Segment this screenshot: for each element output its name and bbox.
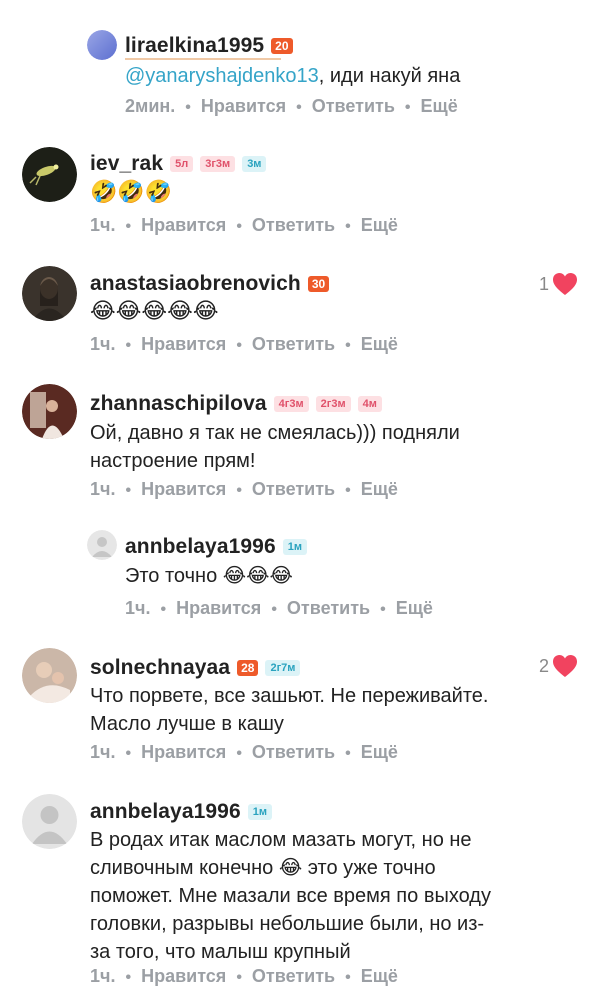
avatar[interactable]	[22, 648, 77, 703]
heart-icon[interactable]	[552, 654, 578, 678]
comment-text: Это точно 😂😂😂	[125, 565, 293, 587]
avatar[interactable]	[22, 384, 77, 439]
like-count: 2	[538, 655, 549, 676]
comment-actions: 1ч. • Нравится • Ответить • Ещё	[90, 334, 398, 354]
comment-actions: 1ч. • Нравится • Ответить • Ещё	[90, 215, 398, 235]
level-badge: 30	[307, 276, 330, 292]
more-link[interactable]: Ещё	[361, 966, 398, 986]
timestamp: 1ч.	[125, 598, 151, 618]
avatar[interactable]	[22, 794, 77, 849]
more-link[interactable]: Ещё	[361, 742, 398, 762]
reply-link[interactable]: Ответить	[312, 96, 395, 116]
age-badge: 4м	[357, 396, 382, 412]
comment-line: настроение прям!	[90, 450, 256, 472]
comment-actions: 1ч. • Нравится • Ответить • Ещё	[90, 966, 398, 986]
username[interactable]: annbelaya1996	[125, 535, 276, 559]
more-link[interactable]: Ещё	[396, 598, 433, 618]
username[interactable]: anastasiaobrenovich	[90, 272, 301, 296]
username[interactable]: liraelkina1995	[125, 34, 264, 58]
timestamp: 1ч.	[90, 966, 116, 986]
comment-actions: 1ч. • Нравится • Ответить • Ещё	[90, 479, 398, 499]
comment-line: Масло лучше в кашу	[90, 713, 284, 735]
like-counter[interactable]: 2	[539, 654, 578, 678]
like-link[interactable]: Нравится	[201, 96, 286, 116]
comment-text: В родах итак маслом мазать могут, но не …	[90, 826, 491, 966]
like-link[interactable]: Нравится	[141, 742, 226, 762]
duration-badge: 4г3м	[273, 396, 309, 412]
reply-link[interactable]: Ответить	[252, 334, 335, 354]
timestamp: 1ч.	[90, 742, 116, 762]
level-badge: 28	[237, 660, 259, 676]
timestamp: 1ч.	[90, 334, 116, 354]
avatar[interactable]	[87, 30, 117, 60]
username[interactable]: annbelaya1996	[90, 800, 241, 824]
comment-actions: 1ч. • Нравится • Ответить • Ещё	[125, 598, 433, 618]
comment-text: 🤣🤣🤣	[90, 180, 173, 205]
reply-link[interactable]: Ответить	[252, 742, 335, 762]
comment-text: Что порвете, все зашьют. Не переживайте.…	[90, 682, 488, 738]
duration-badge: 2г7м	[265, 660, 301, 676]
like-link[interactable]: Нравится	[141, 215, 226, 235]
like-link[interactable]: Нравится	[141, 479, 226, 499]
comment-line: поможет. Мне мазали все время по выходу	[90, 885, 491, 907]
like-link[interactable]: Нравится	[141, 966, 226, 986]
more-link[interactable]: Ещё	[361, 334, 398, 354]
username[interactable]: zhannaschipilova	[90, 392, 267, 416]
age-badge: 3м	[242, 156, 267, 172]
comment-line: Ой, давно я так не смеялась))) подняли	[90, 422, 460, 444]
years-badge: 5л	[170, 156, 194, 172]
comment-line: В родах итак маслом мазать могут, но не	[90, 829, 472, 851]
username[interactable]: iev_rak	[90, 152, 163, 176]
comment-actions: 2мин. • Нравится • Ответить • Ещё	[125, 96, 458, 116]
avatar[interactable]	[22, 147, 77, 202]
comment-line: за того, что малыш крупный	[90, 941, 351, 963]
comment-text: 😂😂😂😂😂	[90, 299, 219, 324]
comment-body: , иди накуй яна	[318, 65, 461, 87]
username-underline	[125, 58, 281, 60]
comment-text: Ой, давно я так не смеялась))) подняли н…	[90, 419, 460, 475]
avatar[interactable]	[22, 266, 77, 321]
level-badge: 20	[271, 38, 293, 54]
like-counter[interactable]: 1	[539, 272, 578, 296]
age-badge: 1м	[282, 539, 307, 555]
heart-icon[interactable]	[552, 272, 578, 296]
username[interactable]: solnechnayaa	[90, 656, 230, 680]
comment-line: головки, разрывы небольшие были, но из-	[90, 913, 485, 935]
comment-line: сливочным конечно 😂 это уже точно	[90, 857, 436, 879]
like-link[interactable]: Нравится	[141, 334, 226, 354]
timestamp: 2мин.	[125, 96, 176, 116]
comment-text: @yanaryshajdenko13, иди накуй яна	[125, 62, 460, 90]
reply-link[interactable]: Ответить	[252, 479, 335, 499]
comment-line: Что порвете, все зашьют. Не переживайте.	[90, 685, 489, 707]
avatar[interactable]	[87, 530, 117, 560]
mention-link[interactable]: @yanaryshajdenko13	[125, 65, 319, 87]
timestamp: 1ч.	[90, 215, 116, 235]
comment-liraelkina1995: liraelkina1995 20 @yanaryshajdenko13, ид…	[0, 0, 600, 130]
reply-link[interactable]: Ответить	[287, 598, 370, 618]
more-link[interactable]: Ещё	[361, 479, 398, 499]
comment-actions: 1ч. • Нравится • Ответить • Ещё	[90, 742, 398, 762]
timestamp: 1ч.	[90, 479, 116, 499]
more-link[interactable]: Ещё	[421, 96, 458, 116]
duration-badge: 3г3м	[200, 156, 236, 172]
reply-link[interactable]: Ответить	[252, 966, 335, 986]
reply-link[interactable]: Ответить	[252, 215, 335, 235]
duration-badge: 2г3м	[315, 396, 351, 412]
like-count: 1	[538, 273, 549, 294]
more-link[interactable]: Ещё	[361, 215, 398, 235]
age-badge: 1м	[247, 804, 272, 820]
like-link[interactable]: Нравится	[176, 598, 261, 618]
